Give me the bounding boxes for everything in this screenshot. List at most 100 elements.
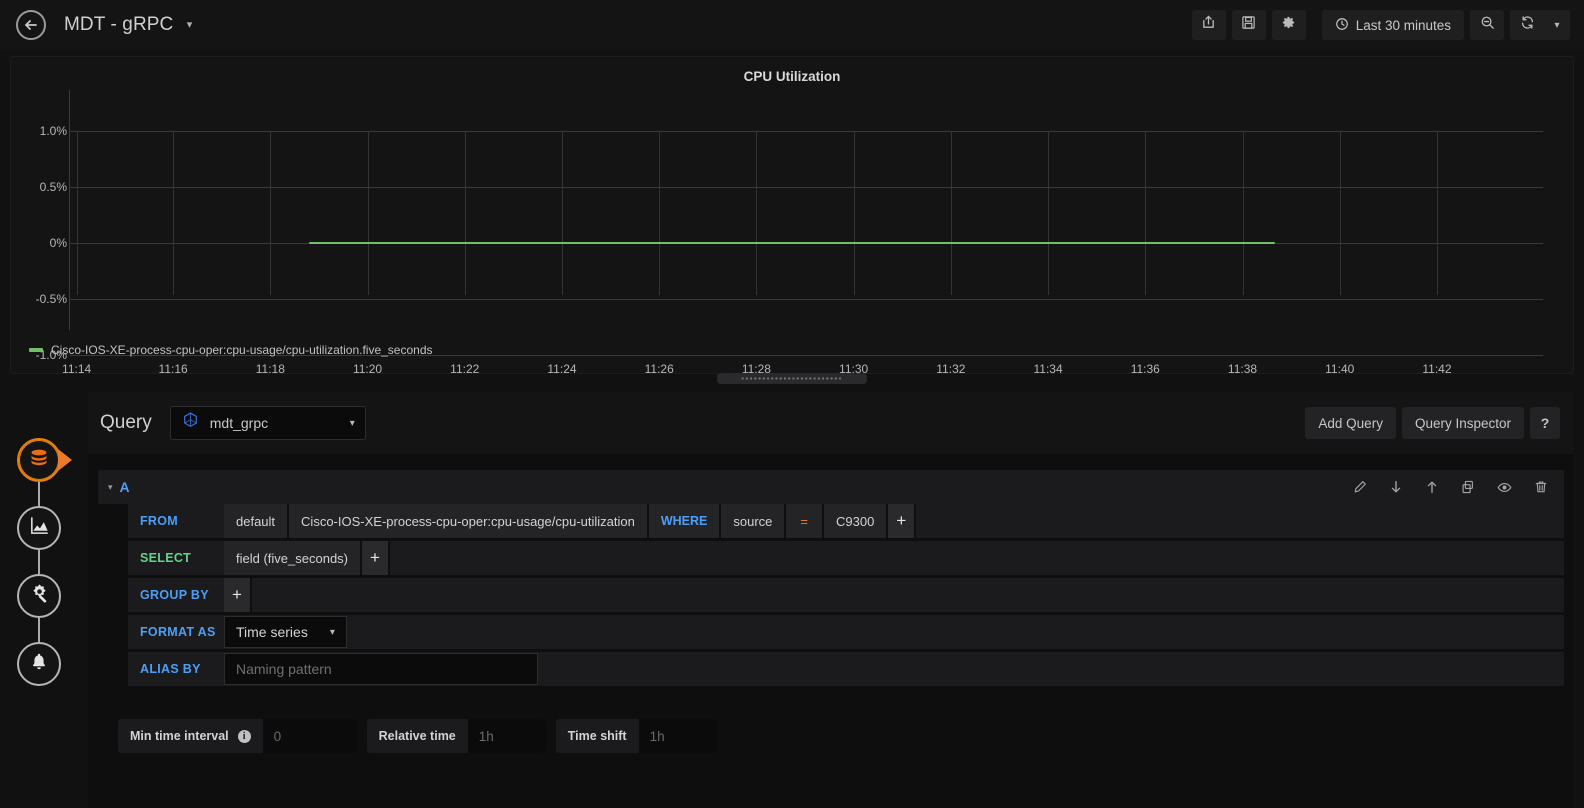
graph-panel: CPU Utilization 1.0% 0.5% 0% -0.5% -1.0%… (10, 56, 1574, 384)
time-shift-label: Time shift (567, 729, 627, 743)
dashboard-title-text: MDT - gRPC (64, 14, 174, 35)
trash-icon[interactable] (1534, 480, 1548, 494)
save-dashboard-button[interactable] (1231, 10, 1266, 40)
refresh-interval-dropdown[interactable]: ▾ (1544, 10, 1570, 40)
time-range-label: Last 30 minutes (1355, 17, 1451, 33)
query-row-select: SELECT field (five_seconds) + (128, 541, 1564, 576)
sidebar-item-alert[interactable] (17, 642, 61, 686)
relative-time-label: Relative time (378, 729, 456, 743)
y-tick-label: 0.5% (39, 180, 67, 194)
query-row-group-by: GROUP BY + (128, 578, 1564, 613)
x-tick-label: 11:34 (1033, 362, 1063, 376)
share-dashboard-button[interactable] (1191, 10, 1226, 40)
refresh-dashboard-button[interactable] (1510, 10, 1544, 40)
alias-by-input[interactable] (224, 653, 538, 685)
select-field-segment[interactable]: field (five_seconds) (224, 541, 362, 575)
group-by-row-filler (252, 578, 1564, 612)
format-as-row-filler (346, 615, 1564, 649)
from-label: FROM (140, 514, 178, 528)
query-refid-label: A (119, 479, 130, 495)
legend-label[interactable]: Cisco-IOS-XE-process-cpu-oper:cpu-usage/… (51, 343, 433, 357)
chevron-down-icon: ▾ (1554, 19, 1560, 31)
y-tick-label: -0.5% (35, 292, 67, 306)
min-time-interval-input[interactable] (262, 719, 357, 753)
x-tick-label: 11:36 (1130, 362, 1160, 376)
add-select-button[interactable]: + (362, 541, 390, 575)
select-label: SELECT (140, 551, 192, 565)
gridline-vertical (659, 131, 661, 295)
collapse-query-icon[interactable]: ▾ (108, 482, 113, 493)
pencil-icon[interactable] (1353, 480, 1367, 494)
info-icon[interactable]: i (237, 729, 251, 743)
measurement-segment[interactable]: Cisco-IOS-XE-process-cpu-oper:cpu-usage/… (289, 504, 649, 538)
query-editor: Query mdt_grpc ▾ Add Query Query Inspect… (88, 392, 1574, 808)
arrow-down-icon[interactable] (1389, 480, 1403, 494)
drag-grip-dots: ▪▪▪▪▪▪▪▪▪▪▪▪▪▪▪▪▪▪▪▪▪▪▪▪ (741, 373, 843, 383)
x-tick-label: 11:40 (1325, 362, 1355, 376)
panel-title[interactable]: CPU Utilization (11, 57, 1573, 84)
arrow-up-icon[interactable] (1425, 480, 1439, 494)
query-editor-header: Query mdt_grpc ▾ Add Query Query Inspect… (88, 392, 1574, 454)
query-inspector-button[interactable]: Query Inspector (1401, 407, 1524, 439)
chart-legend[interactable]: Cisco-IOS-XE-process-cpu-oper:cpu-usage/… (29, 343, 433, 357)
dashboard-settings-button[interactable] (1271, 10, 1306, 40)
sidebar-item-general-settings[interactable] (17, 574, 61, 618)
copy-icon[interactable] (1461, 480, 1475, 494)
time-shift-input[interactable] (638, 719, 717, 753)
x-tick-label: 11:24 (547, 362, 577, 376)
add-where-button[interactable]: + (888, 504, 917, 538)
datasource-picker[interactable]: mdt_grpc ▾ (169, 406, 366, 440)
query-options-row: Min time interval i Relative time Time s… (98, 719, 1564, 753)
rail-connector (38, 618, 40, 642)
gridline-vertical (76, 131, 78, 295)
gridline-vertical (173, 131, 175, 295)
time-range-picker[interactable]: Last 30 minutes (1321, 10, 1464, 40)
min-time-interval-group: Min time interval i (118, 719, 357, 753)
gridline-vertical (561, 131, 563, 295)
zoom-out-time-button[interactable] (1470, 10, 1504, 40)
refresh-control-group: ▾ (1510, 10, 1570, 40)
add-query-button[interactable]: Add Query (1305, 407, 1396, 439)
share-icon (1201, 15, 1216, 35)
arrow-left-icon (23, 17, 39, 33)
gridline-vertical (367, 131, 369, 295)
chevron-down-icon: ▾ (186, 19, 193, 32)
where-field-segment[interactable]: source (721, 504, 787, 538)
eye-icon[interactable] (1497, 480, 1512, 495)
gridline-vertical (1048, 131, 1050, 295)
bell-icon (28, 651, 50, 678)
format-as-value: Time series (236, 624, 308, 640)
panel-resize-handle[interactable]: ▪▪▪▪▪▪▪▪▪▪▪▪▪▪▪▪▪▪▪▪▪▪▪▪ (717, 373, 867, 384)
x-tick-label: 11:42 (1422, 362, 1452, 376)
gridline-vertical (950, 131, 952, 295)
format-as-label: FORMAT AS (140, 625, 216, 639)
sidebar-item-visualization[interactable] (17, 506, 61, 550)
retention-policy-segment[interactable]: default (224, 504, 290, 538)
chart-area[interactable]: 1.0% 0.5% 0% -0.5% -1.0% 11:14 11:16 11:… (11, 90, 1573, 376)
add-group-by-button[interactable]: + (224, 578, 252, 612)
gridline-vertical (270, 131, 272, 295)
query-row-actions (1353, 480, 1554, 495)
where-value-segment[interactable]: C9300 (824, 504, 889, 538)
influxdb-icon (181, 411, 200, 435)
gridline-horizontal (70, 187, 1543, 188)
page-title[interactable]: MDT - gRPC ▾ (64, 14, 192, 36)
gridline-horizontal (70, 299, 1543, 300)
alias-by-row-filler (538, 652, 1564, 686)
gridline-vertical (464, 131, 466, 295)
relative-time-input[interactable] (467, 719, 546, 753)
from-row-filler (916, 504, 1564, 538)
y-tick-label: 1.0% (39, 124, 67, 138)
plot-region[interactable]: 11:14 11:16 11:18 11:20 11:22 11:24 11:2… (62, 90, 1543, 376)
where-operator-segment[interactable]: = (786, 504, 825, 538)
gridline-vertical (853, 131, 855, 295)
gridline-vertical (1436, 131, 1438, 295)
alias-by-label: ALIAS BY (140, 662, 201, 676)
zoom-out-icon (1480, 15, 1495, 35)
help-button[interactable]: ? (1530, 407, 1560, 439)
clock-icon (1335, 17, 1349, 34)
gridline-vertical (1145, 131, 1147, 295)
sidebar-item-queries[interactable] (17, 438, 61, 482)
format-as-select[interactable]: Time series ▾ (224, 616, 347, 648)
back-button[interactable] (16, 10, 46, 40)
